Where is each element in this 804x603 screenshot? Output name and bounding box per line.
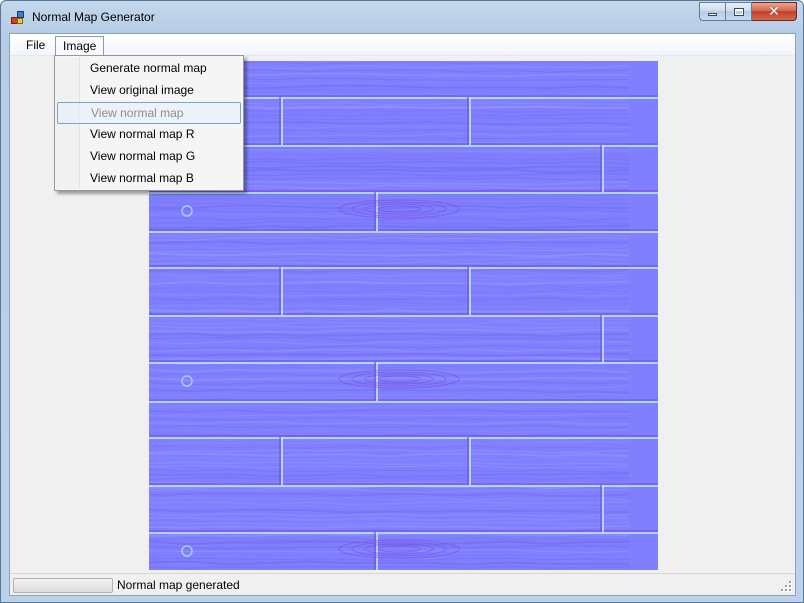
menu-item-view-normal-map-g[interactable]: View normal map G (57, 146, 241, 168)
menu-item-generate-normal-map[interactable]: Generate normal map (57, 58, 241, 80)
plank-joint-dark (467, 97, 469, 145)
resize-grip-icon[interactable] (781, 581, 792, 592)
plank-joint-dark (600, 485, 602, 532)
plank-joint-light (281, 267, 283, 315)
plank-seam-dark (149, 229, 658, 231)
plank-joint-light (281, 97, 283, 145)
plank-joint-light (469, 97, 471, 145)
plank-seam-light (149, 485, 658, 487)
menu-item-view-normal-map-r[interactable]: View normal map R (57, 124, 241, 146)
plank-joint-dark (600, 315, 602, 362)
plank-seam-dark (149, 530, 658, 532)
image-menu-dropdown: Generate normal map View original image … (54, 55, 244, 191)
menu-item-view-normal-map-b[interactable]: View normal map B (57, 168, 241, 190)
plank-seam-dark (149, 483, 658, 485)
maximize-icon (733, 7, 744, 16)
plank-seam-dark (149, 435, 658, 437)
plank-joint-light (602, 145, 604, 192)
plank-seam-light (149, 315, 658, 317)
menu-file[interactable]: File (19, 36, 52, 56)
menu-bar: File Image (10, 34, 795, 56)
menu-item-view-normal-map[interactable]: View normal map (57, 102, 241, 124)
minimize-icon (708, 13, 717, 16)
progress-bar (13, 578, 113, 593)
wood-grain-line (149, 352, 630, 357)
plank-joint-light (376, 532, 378, 570)
status-text: Normal map generated (117, 578, 240, 592)
app-icon[interactable] (11, 11, 25, 25)
close-icon: ✕ (768, 3, 780, 20)
caption-buttons: ✕ (699, 2, 797, 22)
plank-seam-light (149, 401, 658, 403)
plank-seam-light (149, 231, 658, 233)
plank-seam-light (149, 437, 658, 439)
status-bar: Normal map generated (10, 573, 795, 595)
plank-joint-light (602, 485, 604, 532)
plank-joint-dark (279, 97, 281, 145)
title-bar[interactable]: Normal Map Generator ✕ (1, 1, 803, 33)
plank-joint-dark (279, 267, 281, 315)
plank-joint-dark (374, 362, 376, 401)
plank-seam-dark (149, 360, 658, 362)
plank-joint-light (376, 192, 378, 231)
plank-joint-dark (374, 192, 376, 231)
plank-seam-dark (149, 313, 658, 315)
plank-joint-light (469, 437, 471, 485)
plank-joint-light (376, 362, 378, 401)
minimize-button[interactable] (699, 2, 726, 21)
plank-seam-light (149, 532, 658, 534)
window-title: Normal Map Generator (32, 10, 155, 24)
plank-seam-light (149, 192, 658, 194)
plank-seam-dark (149, 265, 658, 267)
plank-joint-dark (467, 437, 469, 485)
menu-image[interactable]: Image (55, 36, 105, 56)
plank-joint-dark (600, 145, 602, 192)
plank-joint-light (602, 315, 604, 362)
app-window: Normal Map Generator ✕ File Image Normal (0, 0, 804, 603)
plank-joint-dark (374, 532, 376, 570)
plank-seam-light (149, 362, 658, 364)
plank-seam-dark (149, 399, 658, 401)
plank-joint-light (469, 267, 471, 315)
maximize-button[interactable] (726, 2, 752, 21)
plank-joint-dark (279, 437, 281, 485)
plank-joint-light (281, 437, 283, 485)
plank-seam-light (149, 267, 658, 269)
close-button[interactable]: ✕ (752, 2, 797, 21)
menu-item-view-original-image[interactable]: View original image (57, 80, 241, 102)
plank-joint-dark (467, 267, 469, 315)
